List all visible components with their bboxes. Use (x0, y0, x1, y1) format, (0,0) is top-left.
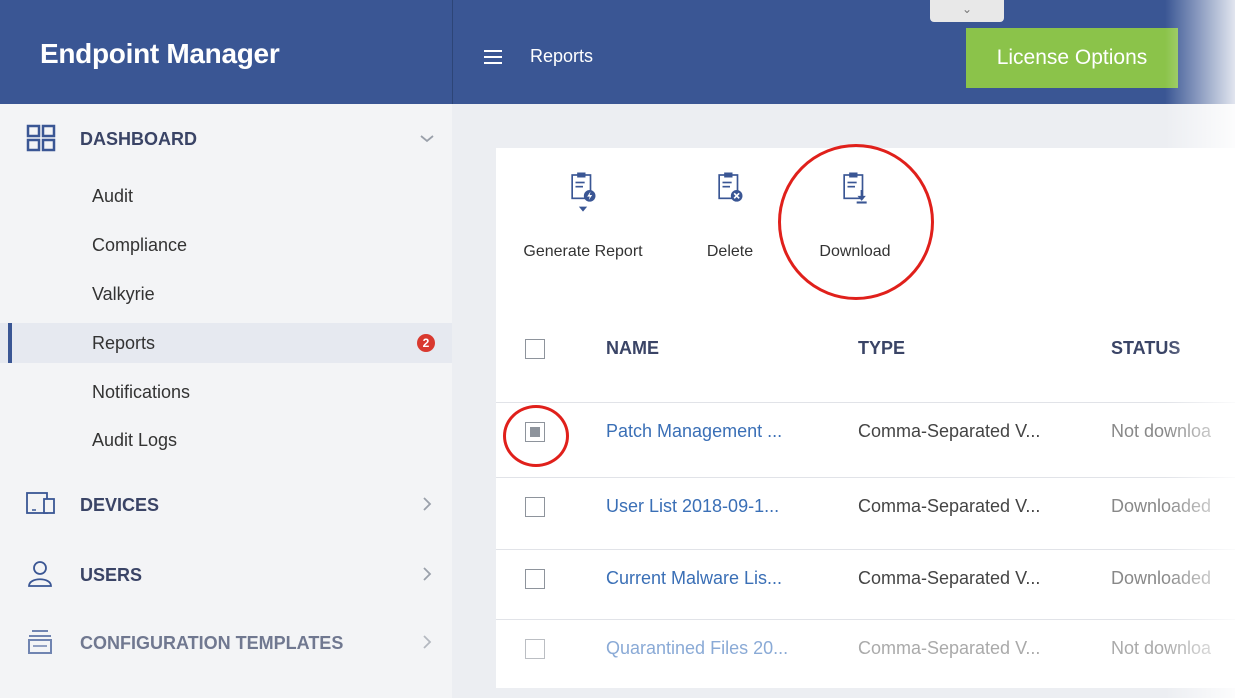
generate-report-button[interactable]: Generate Report (508, 170, 658, 261)
report-type: Comma-Separated V... (858, 638, 1041, 658)
annotation-circle-download (778, 144, 934, 300)
sidebar-section-label: CONFIGURATION TEMPLATES (80, 633, 344, 653)
clipboard-delete-icon (718, 172, 743, 202)
sidebar-item-reports[interactable]: Reports 2 (0, 323, 452, 363)
sidebar-section-users[interactable]: USERS (0, 550, 452, 598)
count-badge: 2 (417, 334, 435, 352)
sidebar-item-label: Valkyrie (92, 284, 155, 304)
hamburger-menu-icon[interactable] (484, 50, 502, 64)
sidebar-section-label: DASHBOARD (80, 129, 197, 149)
sidebar-item-valkyrie[interactable]: Valkyrie (0, 274, 452, 314)
sidebar-item-audit-logs[interactable]: Audit Logs (0, 420, 452, 460)
row-checkbox[interactable] (525, 639, 545, 659)
sidebar-item-notifications[interactable]: Notifications (0, 372, 452, 412)
license-options-button[interactable]: License Options (966, 28, 1178, 88)
row-checkbox[interactable] (525, 422, 545, 442)
column-header-name[interactable]: NAME (606, 338, 659, 359)
brand: Endpoint Manager (0, 0, 453, 104)
chevron-right-icon (423, 497, 432, 511)
toolbar-label: Delete (706, 243, 754, 260)
app-title: Endpoint Manager (40, 38, 280, 69)
sidebar-section-dashboard[interactable]: DASHBOARD (0, 114, 452, 162)
sidebar-section-devices[interactable]: DEVICES (0, 480, 452, 528)
active-indicator (8, 323, 12, 363)
sidebar-item-audit[interactable]: Audit (0, 176, 452, 216)
select-all-checkbox[interactable] (525, 339, 545, 359)
breadcrumb: Reports (530, 46, 594, 66)
toolbar-label: Generate Report (523, 243, 643, 260)
report-name-link[interactable]: Patch Management ... (606, 421, 826, 442)
report-type: Comma-Separated V... (858, 496, 1041, 516)
report-name-link[interactable]: User List 2018-09-1... (606, 496, 826, 517)
chevron-down-icon[interactable]: ⌄ (930, 0, 1004, 22)
devices-icon (26, 492, 55, 514)
sidebar-item-label: Audit Logs (92, 430, 178, 450)
sidebar-item-label: Audit (92, 186, 134, 206)
clipboard-generate-icon (571, 172, 596, 212)
report-name-link[interactable]: Quarantined Files 20... (606, 638, 826, 659)
delete-button[interactable]: Delete (690, 170, 770, 261)
sidebar-item-compliance[interactable]: Compliance (0, 225, 452, 265)
report-name-link[interactable]: Current Malware Lis... (606, 568, 826, 589)
sidebar-section-label: USERS (80, 565, 143, 585)
chevron-right-icon (423, 567, 432, 581)
table-row[interactable]: User List 2018-09-1... Comma-Separated V… (496, 477, 1235, 536)
user-icon (28, 561, 52, 587)
table-row[interactable]: Current Malware Lis... Comma-Separated V… (496, 549, 1235, 608)
row-checkbox[interactable] (525, 569, 545, 589)
report-type: Comma-Separated V... (858, 421, 1041, 441)
dashboard-grid-icon (26, 124, 56, 152)
sidebar-item-label: Reports (92, 333, 156, 353)
templates-icon (28, 630, 52, 654)
report-type: Comma-Separated V... (858, 568, 1041, 588)
sidebar-item-label: Compliance (92, 235, 188, 255)
table-row[interactable]: Quarantined Files 20... Comma-Separated … (496, 619, 1235, 678)
sidebar-item-label: Notifications (92, 382, 191, 402)
table-row[interactable]: Patch Management ... Comma-Separated V..… (496, 402, 1235, 461)
sidebar-section-label: DEVICES (80, 495, 160, 515)
column-header-type[interactable]: TYPE (858, 338, 905, 359)
edge-fade (1165, 0, 1235, 698)
chevron-down-icon (420, 135, 434, 143)
chevron-right-icon (423, 635, 432, 649)
sidebar-section-configuration-templates[interactable]: CONFIGURATION TEMPLATES (0, 618, 452, 666)
top-bar: Endpoint Manager Reports ⌄ License Optio… (0, 0, 1235, 104)
row-checkbox[interactable] (525, 497, 545, 517)
